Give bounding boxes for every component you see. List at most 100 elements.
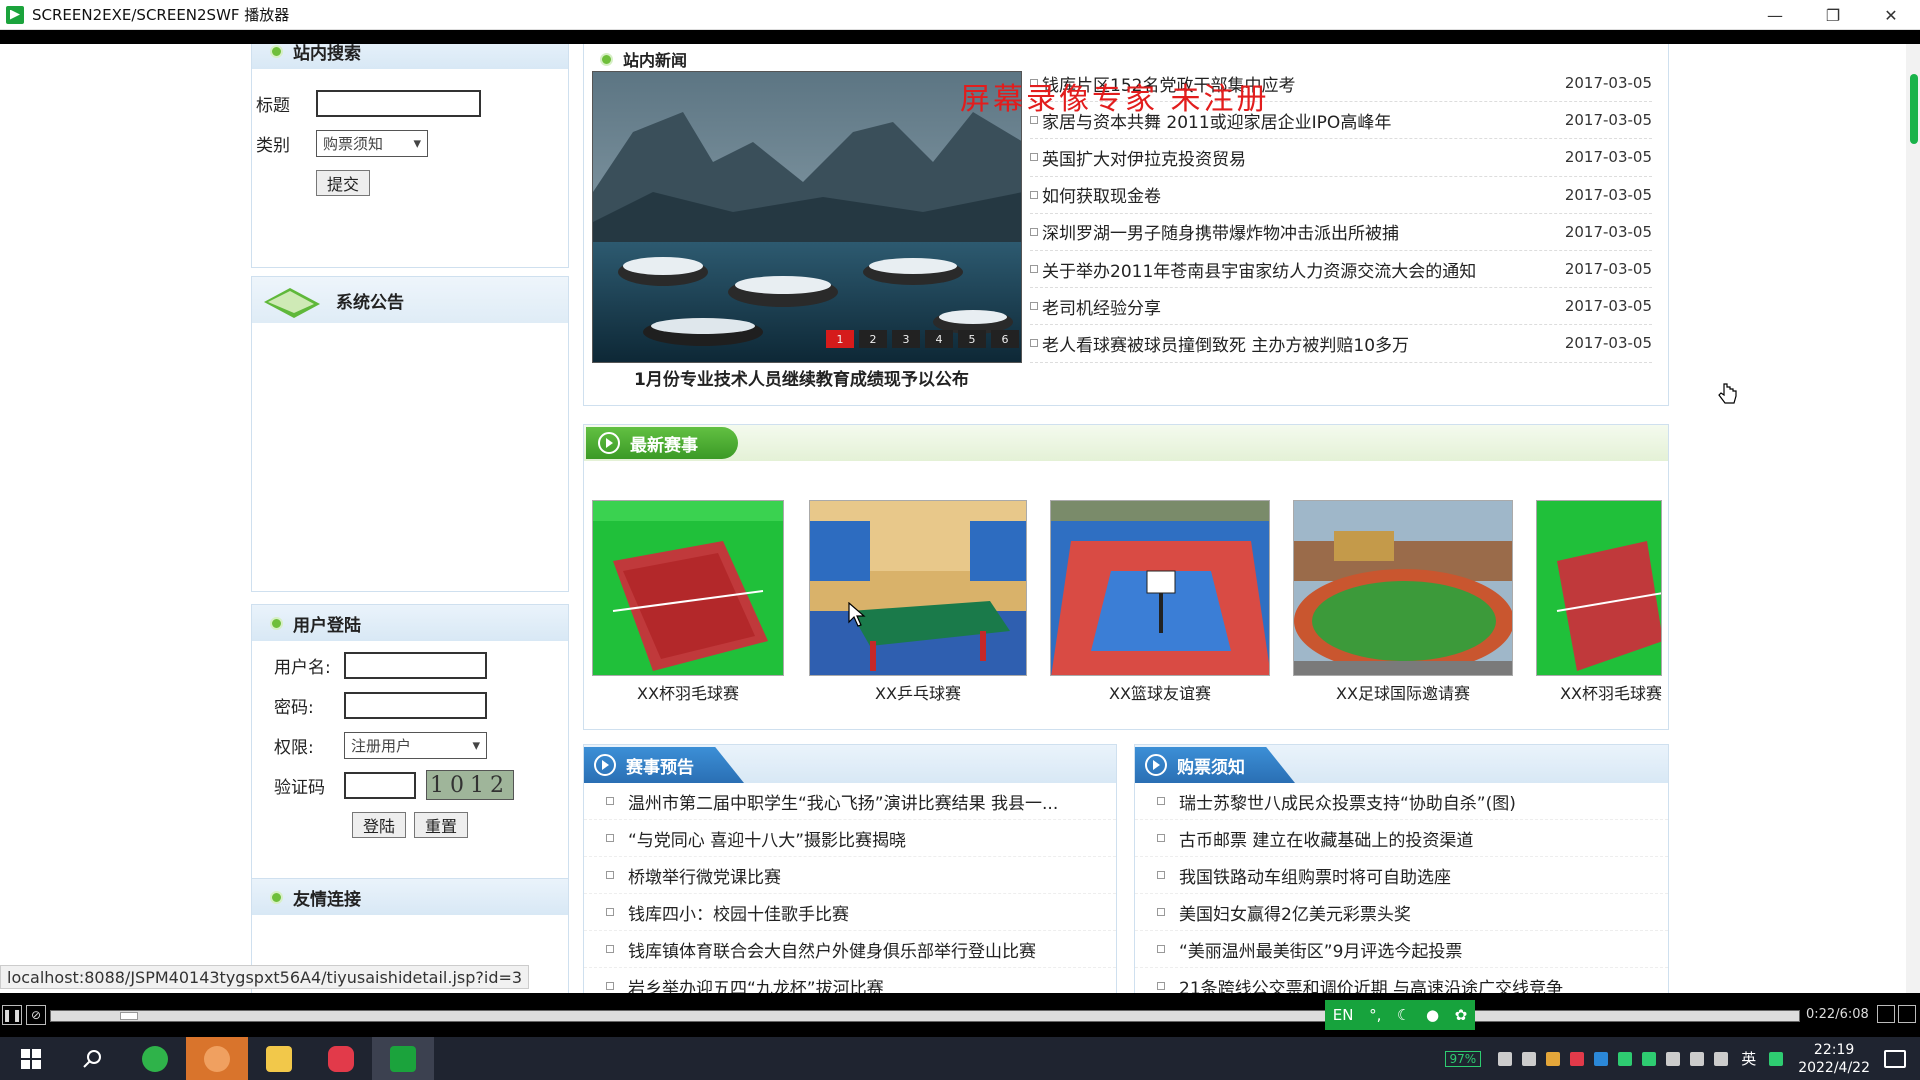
list-item[interactable]: 钱库四小：校园十佳歌手比赛 xyxy=(584,894,1116,931)
event-label: XX篮球友谊赛 xyxy=(1109,684,1211,703)
start-button[interactable] xyxy=(0,1037,62,1080)
tray-app-icon[interactable] xyxy=(1570,1051,1585,1066)
gear-icon[interactable]: ✿ xyxy=(1455,1006,1468,1024)
bullet-icon xyxy=(1157,908,1165,916)
slide-page-2[interactable]: 2 xyxy=(859,330,887,348)
news-item[interactable]: 英国扩大对伊拉克投资贸易 2017-03-05 xyxy=(1030,139,1652,177)
slide-page-6[interactable]: 6 xyxy=(991,330,1019,348)
clock[interactable]: 22:19 2022/4/22 xyxy=(1798,1041,1870,1077)
list-item[interactable]: 美国妇女赢得2亿美元彩票头奖 xyxy=(1135,894,1668,931)
wechat-icon[interactable] xyxy=(1642,1051,1657,1066)
seek-bar[interactable] xyxy=(50,1010,1800,1022)
news-item[interactable]: 深圳罗湖一男子随身携带爆炸物冲击派出所被捕 2017-03-05 xyxy=(1030,214,1652,251)
login-button[interactable]: 登陆 xyxy=(352,812,407,838)
event-card[interactable]: XX篮球友谊赛 xyxy=(1050,500,1270,704)
ime-lang[interactable]: EN xyxy=(1333,1006,1354,1024)
slide-page-5[interactable]: 5 xyxy=(958,330,986,348)
password-input[interactable] xyxy=(344,691,487,719)
list-item[interactable]: “美丽温州最美街区”9月评选今起投票 xyxy=(1135,931,1668,968)
event-thumbnail xyxy=(1050,500,1270,676)
tray-app-icon[interactable] xyxy=(1594,1051,1609,1066)
vertical-scrollbar[interactable] xyxy=(1906,44,1920,993)
taskbar-app[interactable] xyxy=(248,1037,310,1080)
event-card[interactable]: XX杯羽毛球赛 xyxy=(592,500,784,704)
captcha-input[interactable] xyxy=(344,771,416,799)
wifi-icon[interactable] xyxy=(1690,1051,1705,1066)
player-app-icon xyxy=(390,1045,416,1072)
reset-button[interactable]: 重置 xyxy=(414,812,469,838)
chevron-up-icon[interactable] xyxy=(1498,1051,1513,1066)
slideshow-pager: 1 2 3 4 5 6 xyxy=(821,330,1019,348)
captcha-image[interactable]: 1012 xyxy=(426,770,514,800)
wechat-icon[interactable] xyxy=(1618,1051,1633,1066)
maximize-button[interactable]: ❐ xyxy=(1804,0,1862,30)
info-icon[interactable] xyxy=(1898,1005,1916,1023)
event-card[interactable]: XX足球国际邀请赛 xyxy=(1293,500,1513,704)
bullet-icon xyxy=(1030,339,1038,348)
bullet-icon xyxy=(606,982,614,990)
heart-app-icon xyxy=(328,1045,354,1072)
app-icon xyxy=(6,5,24,24)
scrollbar-thumb[interactable] xyxy=(1910,74,1918,144)
events-tab: 最新赛事 xyxy=(586,427,738,459)
event-card[interactable]: XX杯羽毛球赛 xyxy=(1536,500,1662,704)
role-select[interactable]: 注册用户 ▾ xyxy=(344,731,487,759)
battery-icon[interactable] xyxy=(1666,1051,1681,1066)
slideshow-caption[interactable]: 1月份专业技术人员继续教育成绩现予以公布 xyxy=(634,365,969,390)
slide-page-3[interactable]: 3 xyxy=(892,330,920,348)
system-tray: 97% 英 22:19 2022/4/22 xyxy=(1444,1037,1920,1080)
minimize-button[interactable]: — xyxy=(1746,0,1804,30)
close-button[interactable]: ✕ xyxy=(1862,0,1920,30)
event-thumbnail xyxy=(1293,500,1513,676)
username-input[interactable] xyxy=(344,651,487,679)
slide-page-4[interactable]: 4 xyxy=(925,330,953,348)
moon-icon[interactable]: ☾ xyxy=(1397,1006,1410,1024)
battery-indicator[interactable]: 97% xyxy=(1444,1050,1482,1067)
microphone-icon[interactable] xyxy=(1522,1051,1537,1066)
news-item[interactable]: 老人看球赛被球员撞倒致死 主办方被判赔10多万 2017-03-05 xyxy=(1030,325,1652,363)
search-button[interactable] xyxy=(62,1037,124,1080)
taskbar-app[interactable] xyxy=(372,1037,434,1080)
pause-button[interactable]: ❚❚ xyxy=(2,1005,22,1025)
punctuation-icon[interactable]: °, xyxy=(1369,1006,1381,1024)
category-select[interactable]: 购票须知 ▾ xyxy=(316,129,428,157)
seek-knob[interactable] xyxy=(120,1012,139,1020)
player-top-strip xyxy=(0,30,1920,44)
taskbar-app[interactable] xyxy=(186,1037,248,1080)
list-item[interactable]: 温州市第二届中职学生“我心飞扬”演讲比赛结果 我县一... xyxy=(584,783,1116,820)
list-item[interactable]: 古币邮票 建立在收藏基础上的投资渠道 xyxy=(1135,820,1668,857)
recorded-webpage: 屏幕录像专家 未注册 站内搜索 标题 类别 购票须知 ▾ 提交 系统公告 用户登陆… xyxy=(0,44,1920,993)
stop-button[interactable]: ⊘ xyxy=(26,1005,46,1025)
list-item[interactable]: 岩乡举办迎五四“九龙杯”拔河比赛 xyxy=(584,968,1116,993)
ime-icon[interactable] xyxy=(1769,1051,1784,1066)
list-item[interactable]: 21条跨线公交票和调价近期 与高速沿途广交线竞争 xyxy=(1135,968,1668,993)
input-mode[interactable]: 英 xyxy=(1741,1048,1756,1069)
title-input[interactable] xyxy=(316,89,481,117)
taskbar-app[interactable] xyxy=(124,1037,186,1080)
list-item[interactable]: 桥墩举行微党课比赛 xyxy=(584,857,1116,894)
list-item[interactable]: 我国铁路动车组购票时将可自助选座 xyxy=(1135,857,1668,894)
event-card[interactable]: XX乒乓球赛 xyxy=(809,500,1027,704)
user-icon[interactable]: ● xyxy=(1426,1006,1439,1024)
fullscreen-icon[interactable] xyxy=(1877,1005,1895,1023)
list-item[interactable]: 瑞士苏黎世八成民众投票支持“协助自杀”(图) xyxy=(1135,783,1668,820)
notification-icon[interactable] xyxy=(1884,1049,1906,1068)
news-slideshow-image[interactable]: 1 2 3 4 5 6 xyxy=(592,71,1022,363)
submit-button[interactable]: 提交 xyxy=(316,170,371,196)
news-item[interactable]: 老司机经验分享 2017-03-05 xyxy=(1030,288,1652,326)
bullet-icon xyxy=(270,616,283,630)
list-item[interactable]: 钱库镇体育联合会大自然户外健身俱乐部举行登山比赛 xyxy=(584,931,1116,968)
tray-app-icon[interactable] xyxy=(1546,1051,1561,1066)
windows-icon xyxy=(21,1048,41,1069)
slide-page-1[interactable]: 1 xyxy=(826,330,854,348)
search-icon xyxy=(83,1049,101,1068)
list-item[interactable]: “与党同心 喜迎十八大”摄影比赛揭晓 xyxy=(584,820,1116,857)
taskbar-app[interactable] xyxy=(310,1037,372,1080)
speaker-icon[interactable] xyxy=(1714,1051,1729,1066)
ime-toolbar[interactable]: EN °, ☾ ● ✿ xyxy=(1325,1000,1475,1030)
bullet-icon xyxy=(600,52,613,66)
news-item[interactable]: 关于举办2011年苍南县宇宙家纺人力资源交流大会的通知 2017-03-05 xyxy=(1030,251,1652,289)
ticket-tab: 购票须知 xyxy=(1135,747,1295,783)
news-item[interactable]: 如何获取现金卷 2017-03-05 xyxy=(1030,177,1652,214)
bullet-icon xyxy=(606,797,614,805)
